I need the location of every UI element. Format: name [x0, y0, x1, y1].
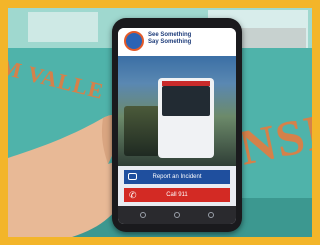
hero-image [118, 56, 236, 166]
call-911-button[interactable]: ✆ Call 911 [124, 188, 230, 202]
hero-bus-window [162, 86, 210, 116]
app-title-line2: Say Something [148, 39, 192, 45]
smartphone: See Something Say Something Report an In… [112, 18, 242, 232]
phone-screen: See Something Say Something Report an In… [118, 28, 236, 224]
app-header: See Something Say Something [118, 28, 236, 56]
camera-icon [128, 173, 137, 180]
report-incident-button[interactable]: Report an Incident [124, 170, 230, 184]
app-logo [124, 31, 144, 51]
photo-frame: M VALLE NSIT See Something Say Something [0, 0, 320, 245]
phone-nav-bar [118, 206, 236, 224]
nav-home-icon[interactable] [174, 212, 180, 218]
report-incident-label: Report an Incident [152, 174, 202, 180]
nav-back-icon[interactable] [140, 212, 146, 218]
app-title-line1: See Something [148, 32, 192, 38]
app-title: See Something Say Something [148, 32, 232, 46]
phone-icon: ✆ [129, 190, 137, 200]
nav-recent-icon[interactable] [208, 212, 214, 218]
call-911-label: Call 911 [166, 192, 188, 198]
hero-people [124, 106, 160, 156]
photo: M VALLE NSIT See Something Say Something [8, 8, 312, 237]
